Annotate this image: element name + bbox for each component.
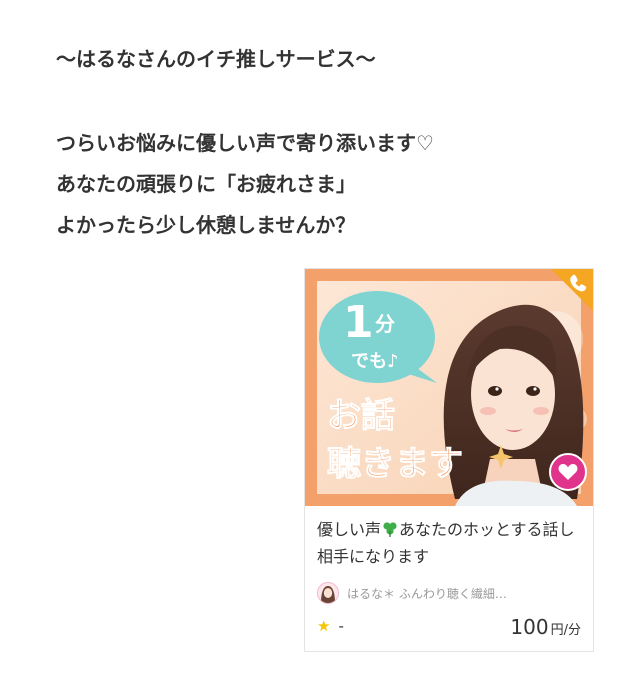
- intro-heading: 〜はるなさんのイチ推しサービス〜: [56, 47, 376, 71]
- favorite-button[interactable]: [549, 453, 587, 491]
- phone-icon: [551, 269, 593, 311]
- intro-line: よかったら少し休憩しませんか？: [56, 213, 356, 237]
- intro-line: つらいお悩みに優しい声で寄り添います♡: [56, 131, 434, 155]
- banner-text-line1: お話: [327, 396, 395, 436]
- avatar[interactable]: [317, 582, 339, 604]
- service-card[interactable]: 1 分 でも♪ お話 聴きます 優しい声 あなたのホッとする話し相手になります …: [304, 268, 594, 652]
- clover-icon: [383, 522, 397, 537]
- price-value: 100: [510, 615, 549, 639]
- star-icon: ★: [317, 616, 331, 635]
- bubble-sub: でも♪: [351, 351, 399, 372]
- service-title[interactable]: 優しい声 あなたのホッとする話し相手になります: [317, 516, 585, 570]
- intro-line: あなたの頑張りに「お疲れさま」: [56, 172, 356, 196]
- rating: ★ -: [317, 617, 344, 635]
- banner-text-line2: 聴きます: [327, 444, 463, 484]
- seller-name[interactable]: はるな＊ ふんわり聴く繊細…: [347, 585, 507, 602]
- service-thumbnail[interactable]: 1 分 でも♪ お話 聴きます: [305, 269, 593, 506]
- rating-value: -: [338, 617, 344, 635]
- heart-icon: [558, 464, 578, 480]
- bubble-number: 1: [343, 297, 374, 348]
- price: 100 円/分: [510, 615, 581, 639]
- bubble-unit: 分: [375, 312, 395, 336]
- price-unit: 円/分: [550, 623, 581, 638]
- seller-info[interactable]: はるな＊ ふんわり聴く繊細…: [317, 580, 507, 606]
- service-title-part1: 優しい声: [317, 520, 382, 539]
